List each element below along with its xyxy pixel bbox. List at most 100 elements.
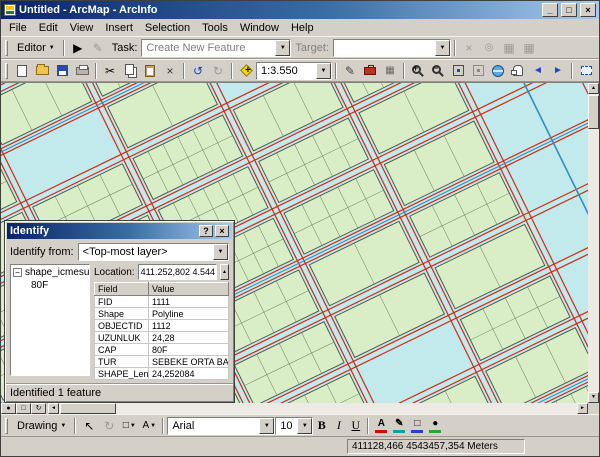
select-elements-button[interactable]: ↖ xyxy=(79,416,99,435)
layer-combo[interactable]: <Top-most layer> ▼ xyxy=(78,243,229,261)
vertical-scrollbar[interactable]: ▲ ▼ xyxy=(588,83,599,403)
dialog-help-button[interactable]: ? xyxy=(199,225,213,237)
sketch-tool-button[interactable]: ✎ xyxy=(88,38,108,57)
table-row[interactable]: UZUNLUK24,28 xyxy=(95,332,229,344)
table-row[interactable]: ShapePolyline xyxy=(95,308,229,320)
fixed-zoom-out-button[interactable] xyxy=(468,61,488,80)
menu-view[interactable]: View xyxy=(64,21,100,35)
menu-help[interactable]: Help xyxy=(285,21,320,35)
toolbox-button[interactable] xyxy=(360,61,380,80)
go-back-extent-button[interactable]: ◄ xyxy=(528,61,548,80)
edit-tool-button[interactable]: ▶ xyxy=(68,38,88,57)
vertical-scroll-track[interactable] xyxy=(588,130,599,392)
marker-color-button[interactable]: ● xyxy=(426,416,444,435)
identify-results-tree[interactable]: − shape_icmesu 80F xyxy=(10,264,90,376)
location-units-button[interactable]: ▲ xyxy=(220,264,229,280)
identify-dialog[interactable]: Identify ? × Identify from: <Top-most la… xyxy=(4,220,235,403)
font-color-button[interactable]: A xyxy=(372,416,390,435)
copy-button[interactable] xyxy=(120,61,140,80)
attribute-table-button[interactable]: ▦ xyxy=(499,38,519,57)
layout-view-button[interactable]: □ xyxy=(16,403,31,414)
delete-button[interactable]: × xyxy=(160,61,180,80)
full-extent-button[interactable] xyxy=(488,61,508,80)
scroll-left-button[interactable]: ◄ xyxy=(48,403,59,414)
cut-button[interactable]: ✂ xyxy=(100,61,120,80)
underline-button[interactable]: U xyxy=(347,417,364,435)
toolbar-grip[interactable] xyxy=(5,63,8,79)
command-tools-button[interactable]: ▦ xyxy=(380,61,400,80)
column-header-value[interactable]: Value xyxy=(149,283,229,296)
italic-button[interactable]: I xyxy=(330,417,347,435)
go-forward-extent-button[interactable]: ► xyxy=(548,61,568,80)
scroll-up-button[interactable]: ▲ xyxy=(588,83,599,94)
chevron-down-icon[interactable]: ▼ xyxy=(213,244,228,260)
menu-insert[interactable]: Insert xyxy=(99,21,139,35)
chevron-down-icon[interactable]: ▼ xyxy=(297,418,312,434)
table-row[interactable]: FID1111 xyxy=(95,296,229,308)
toolbar-grip[interactable] xyxy=(5,40,8,56)
line-color-button[interactable]: ✎ xyxy=(390,416,408,435)
editor-menu-button[interactable]: Editor ▼ xyxy=(12,38,60,57)
redo-button[interactable]: ↻ xyxy=(208,61,228,80)
chevron-down-icon[interactable]: ▼ xyxy=(259,418,274,434)
title-bar[interactable]: Untitled - ArcMap - ArcInfo _ □ × xyxy=(1,1,599,19)
table-row[interactable]: CAP80F xyxy=(95,344,229,356)
sketch-properties-button[interactable]: ▦ xyxy=(519,38,539,57)
font-combo[interactable]: Arial ▼ xyxy=(167,417,275,435)
rotate-element-button[interactable]: ↻ xyxy=(99,416,119,435)
collapse-icon[interactable]: − xyxy=(13,268,22,277)
dialog-close-button[interactable]: × xyxy=(215,225,229,237)
menu-window[interactable]: Window xyxy=(234,21,285,35)
print-button[interactable] xyxy=(72,61,92,80)
minimize-button[interactable]: _ xyxy=(542,3,558,17)
save-button[interactable] xyxy=(52,61,72,80)
horizontal-scrollbar[interactable]: ◄ ► xyxy=(48,403,588,414)
zoom-out-button[interactable] xyxy=(428,61,448,80)
zoom-in-button[interactable] xyxy=(408,61,428,80)
bold-button[interactable]: B xyxy=(313,417,330,435)
identify-dialog-titlebar[interactable]: Identify ? × xyxy=(7,223,232,239)
open-button[interactable] xyxy=(32,61,52,80)
attributes-button[interactable]: × xyxy=(459,38,479,57)
target-combo[interactable]: ▼ xyxy=(333,39,451,57)
horizontal-scroll-track[interactable] xyxy=(117,403,577,414)
menu-edit[interactable]: Edit xyxy=(33,21,64,35)
toolbar-grip[interactable] xyxy=(5,418,8,434)
refresh-view-button[interactable]: ↻ xyxy=(31,403,46,414)
column-header-field[interactable]: Field xyxy=(95,283,149,296)
table-row[interactable]: SHAPE_Leng24,252084 xyxy=(95,368,229,380)
chevron-down-icon[interactable]: ▼ xyxy=(316,63,331,79)
location-value[interactable]: 411.252,802 4.544 xyxy=(138,264,217,280)
menu-file[interactable]: File xyxy=(3,21,33,35)
editor-toolbar-button[interactable]: ✎ xyxy=(340,61,360,80)
identify-button[interactable]: i xyxy=(596,61,599,80)
task-combo[interactable]: Create New Feature ▼ xyxy=(141,39,291,57)
paste-button[interactable] xyxy=(140,61,160,80)
chevron-down-icon[interactable]: ▼ xyxy=(435,40,450,56)
horizontal-scroll-thumb[interactable] xyxy=(60,403,116,414)
maximize-button[interactable]: □ xyxy=(561,3,577,17)
menu-selection[interactable]: Selection xyxy=(139,21,196,35)
snapping-button[interactable]: ◎ xyxy=(479,38,499,57)
drawing-menu-button[interactable]: Drawing ▼ xyxy=(12,416,71,435)
shape-tool-button[interactable]: □▼ xyxy=(119,416,139,435)
close-button[interactable]: × xyxy=(580,3,596,17)
pan-button[interactable] xyxy=(508,61,528,80)
scale-combo[interactable]: 1:3.550 ▼ xyxy=(256,62,332,80)
fill-color-button[interactable]: □ xyxy=(408,416,426,435)
table-row[interactable]: TURSEBEKE ORTA BASINC xyxy=(95,356,229,368)
text-tool-button[interactable]: A▼ xyxy=(139,416,159,435)
scroll-down-button[interactable]: ▼ xyxy=(588,392,599,403)
font-size-combo[interactable]: 10 ▼ xyxy=(275,417,313,435)
table-row[interactable]: OBJECTID1112 xyxy=(95,320,229,332)
tree-node-layer[interactable]: − shape_icmesu xyxy=(13,267,87,278)
fixed-zoom-in-button[interactable] xyxy=(448,61,468,80)
menu-tools[interactable]: Tools xyxy=(196,21,234,35)
chevron-down-icon[interactable]: ▼ xyxy=(275,40,290,56)
add-data-button[interactable] xyxy=(236,61,256,80)
vertical-scroll-thumb[interactable] xyxy=(588,95,599,129)
tree-node-feature[interactable]: 80F xyxy=(13,280,87,291)
data-view-button[interactable]: ● xyxy=(1,403,16,414)
new-map-button[interactable] xyxy=(12,61,32,80)
select-features-button[interactable] xyxy=(576,61,596,80)
